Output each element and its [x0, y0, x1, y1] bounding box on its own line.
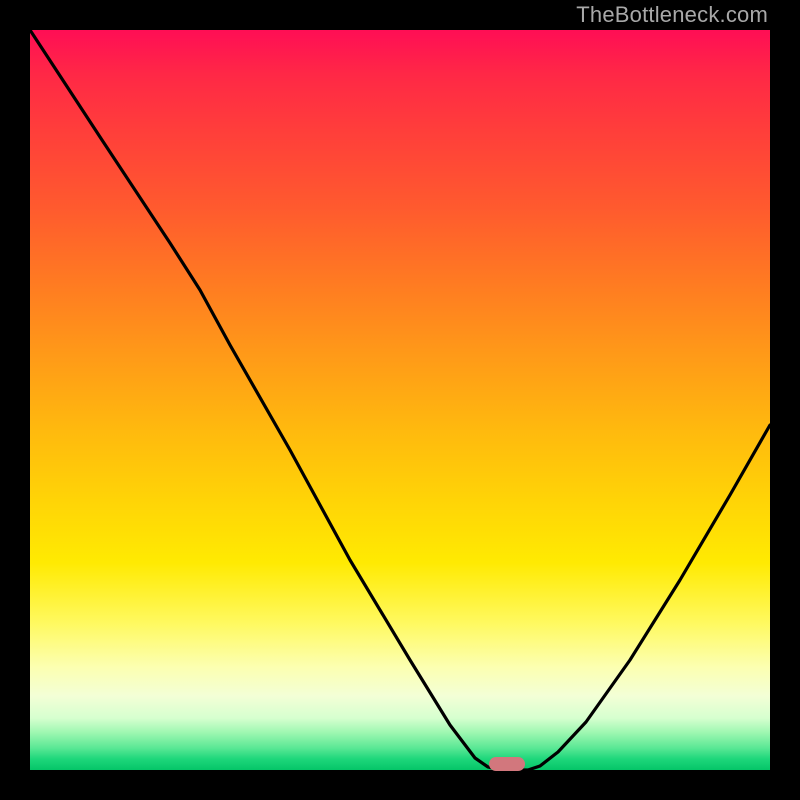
bottleneck-curve [30, 30, 770, 770]
chart-area [30, 30, 770, 770]
optimal-marker [489, 757, 525, 771]
watermark-text: TheBottleneck.com [576, 2, 768, 28]
